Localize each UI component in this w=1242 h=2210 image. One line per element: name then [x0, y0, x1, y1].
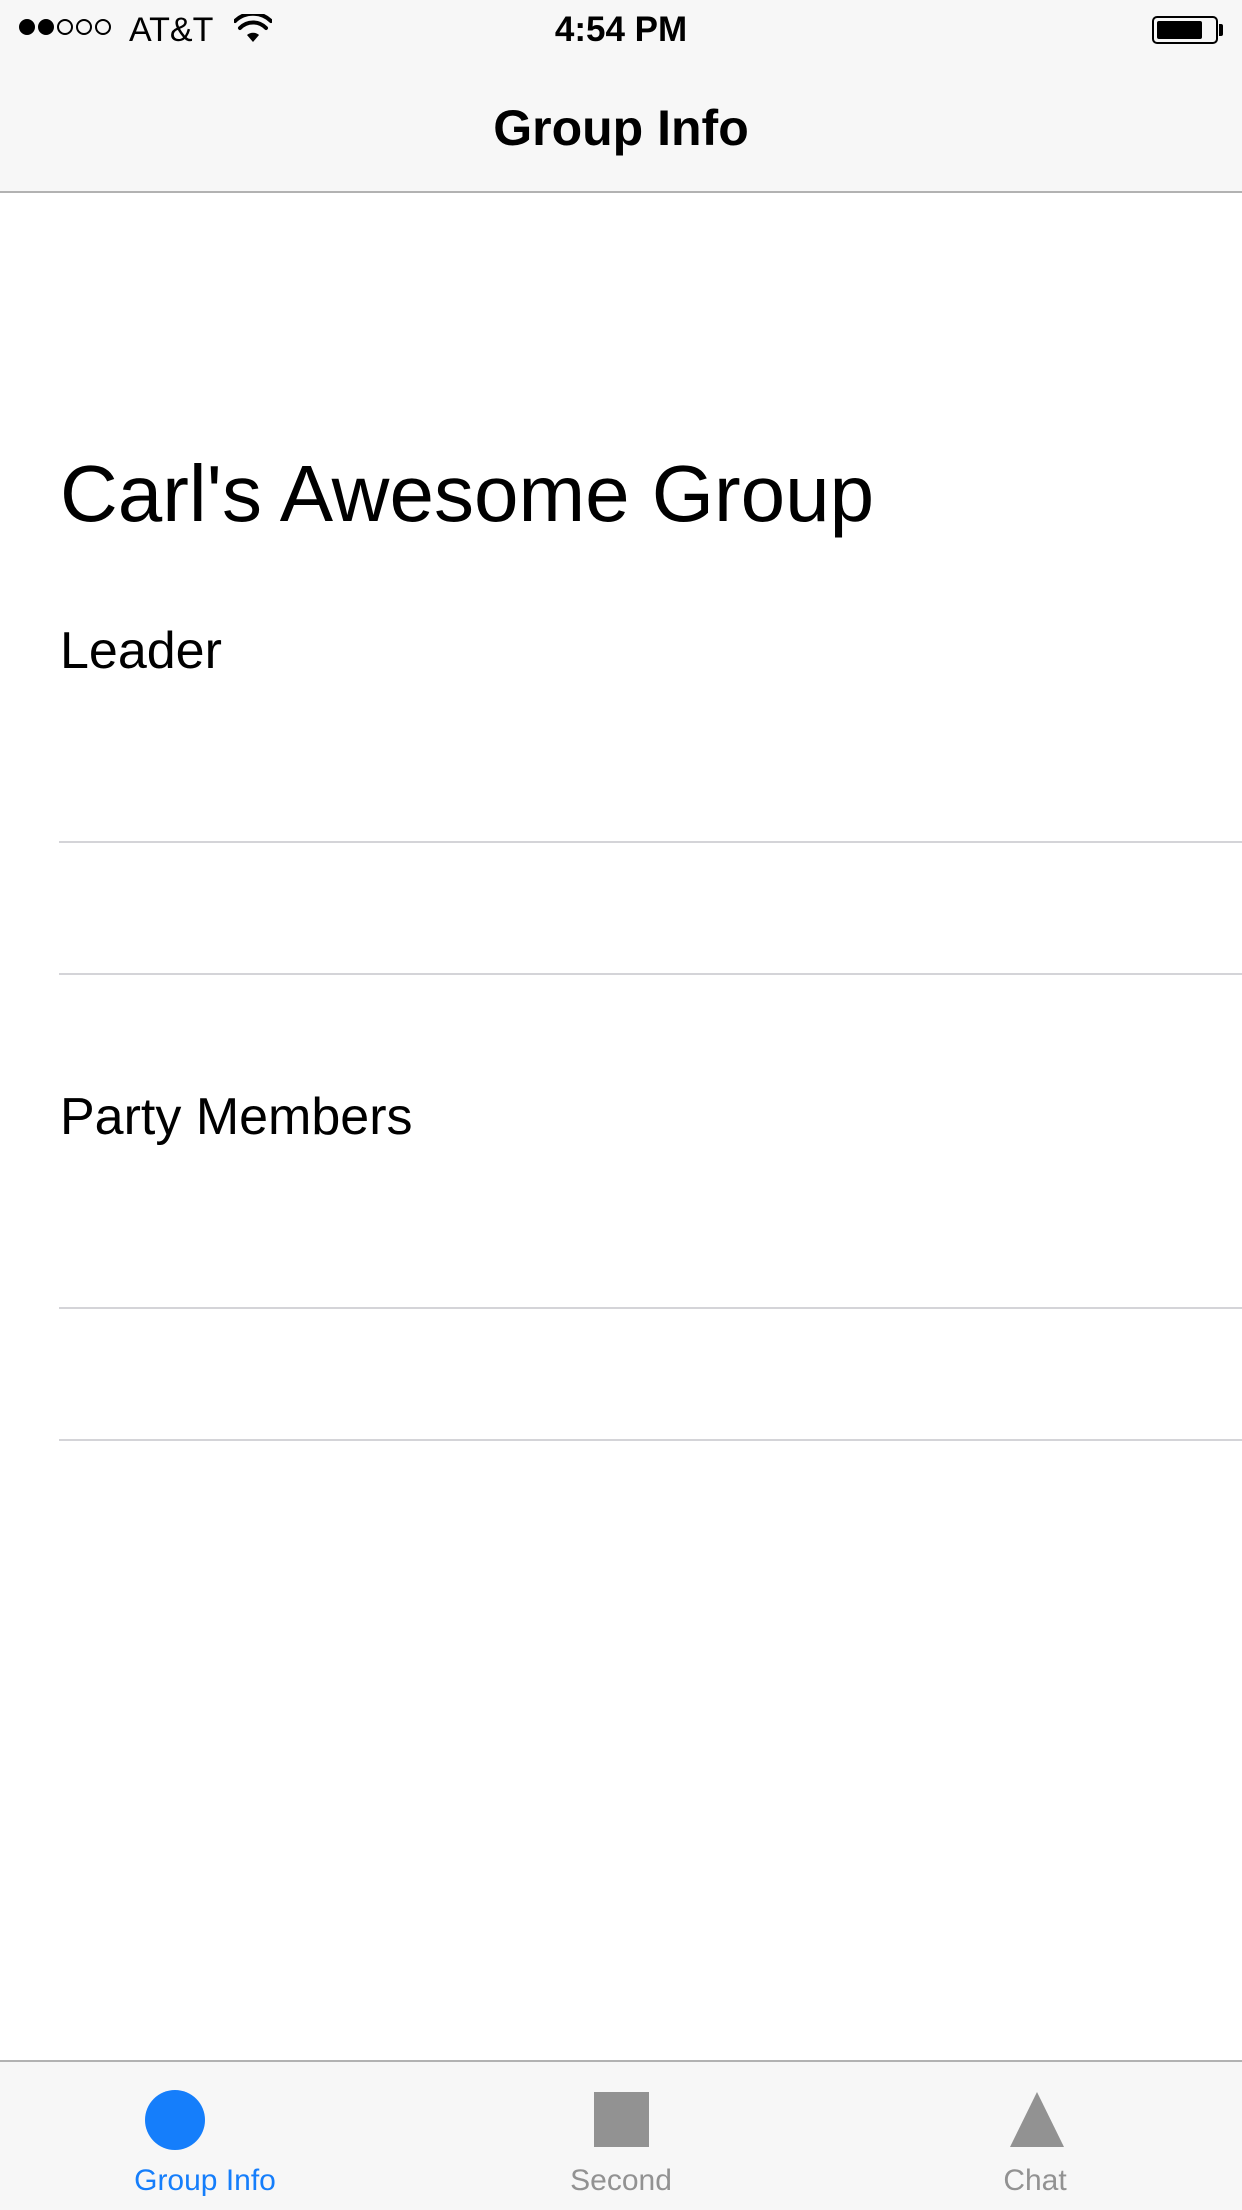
tab-second[interactable]: Second [414, 2062, 828, 2210]
status-time: 4:54 PM [554, 10, 688, 49]
nav-title: Group Info [493, 100, 749, 156]
tab-label: Chat [1003, 2164, 1067, 2197]
circle-icon [145, 2090, 205, 2150]
navigation-bar: Group Info [0, 60, 1242, 193]
table-row-separator [59, 1439, 1242, 1441]
tab-chat[interactable]: Chat [828, 2062, 1242, 2210]
section-label-leader: Leader [60, 622, 222, 680]
square-icon [594, 2092, 649, 2147]
table-row-separator [59, 973, 1242, 975]
table-row-separator [59, 841, 1242, 843]
tab-label: Second [570, 2164, 672, 2197]
battery-level [1157, 21, 1202, 39]
group-name: Carl's Awesome Group [60, 449, 875, 538]
table-row-separator [59, 1307, 1242, 1309]
tab-bar: Group Info Second Chat [0, 2060, 1242, 2210]
tab-label: Group Info [134, 2164, 276, 2197]
triangle-icon [1010, 2092, 1064, 2147]
tab-group-info[interactable]: Group Info [0, 2062, 414, 2210]
status-bar: AT&T 4:54 PM [0, 0, 1242, 60]
battery-tip [1219, 24, 1223, 36]
section-label-party-members: Party Members [60, 1088, 413, 1146]
battery-icon [1152, 16, 1218, 44]
